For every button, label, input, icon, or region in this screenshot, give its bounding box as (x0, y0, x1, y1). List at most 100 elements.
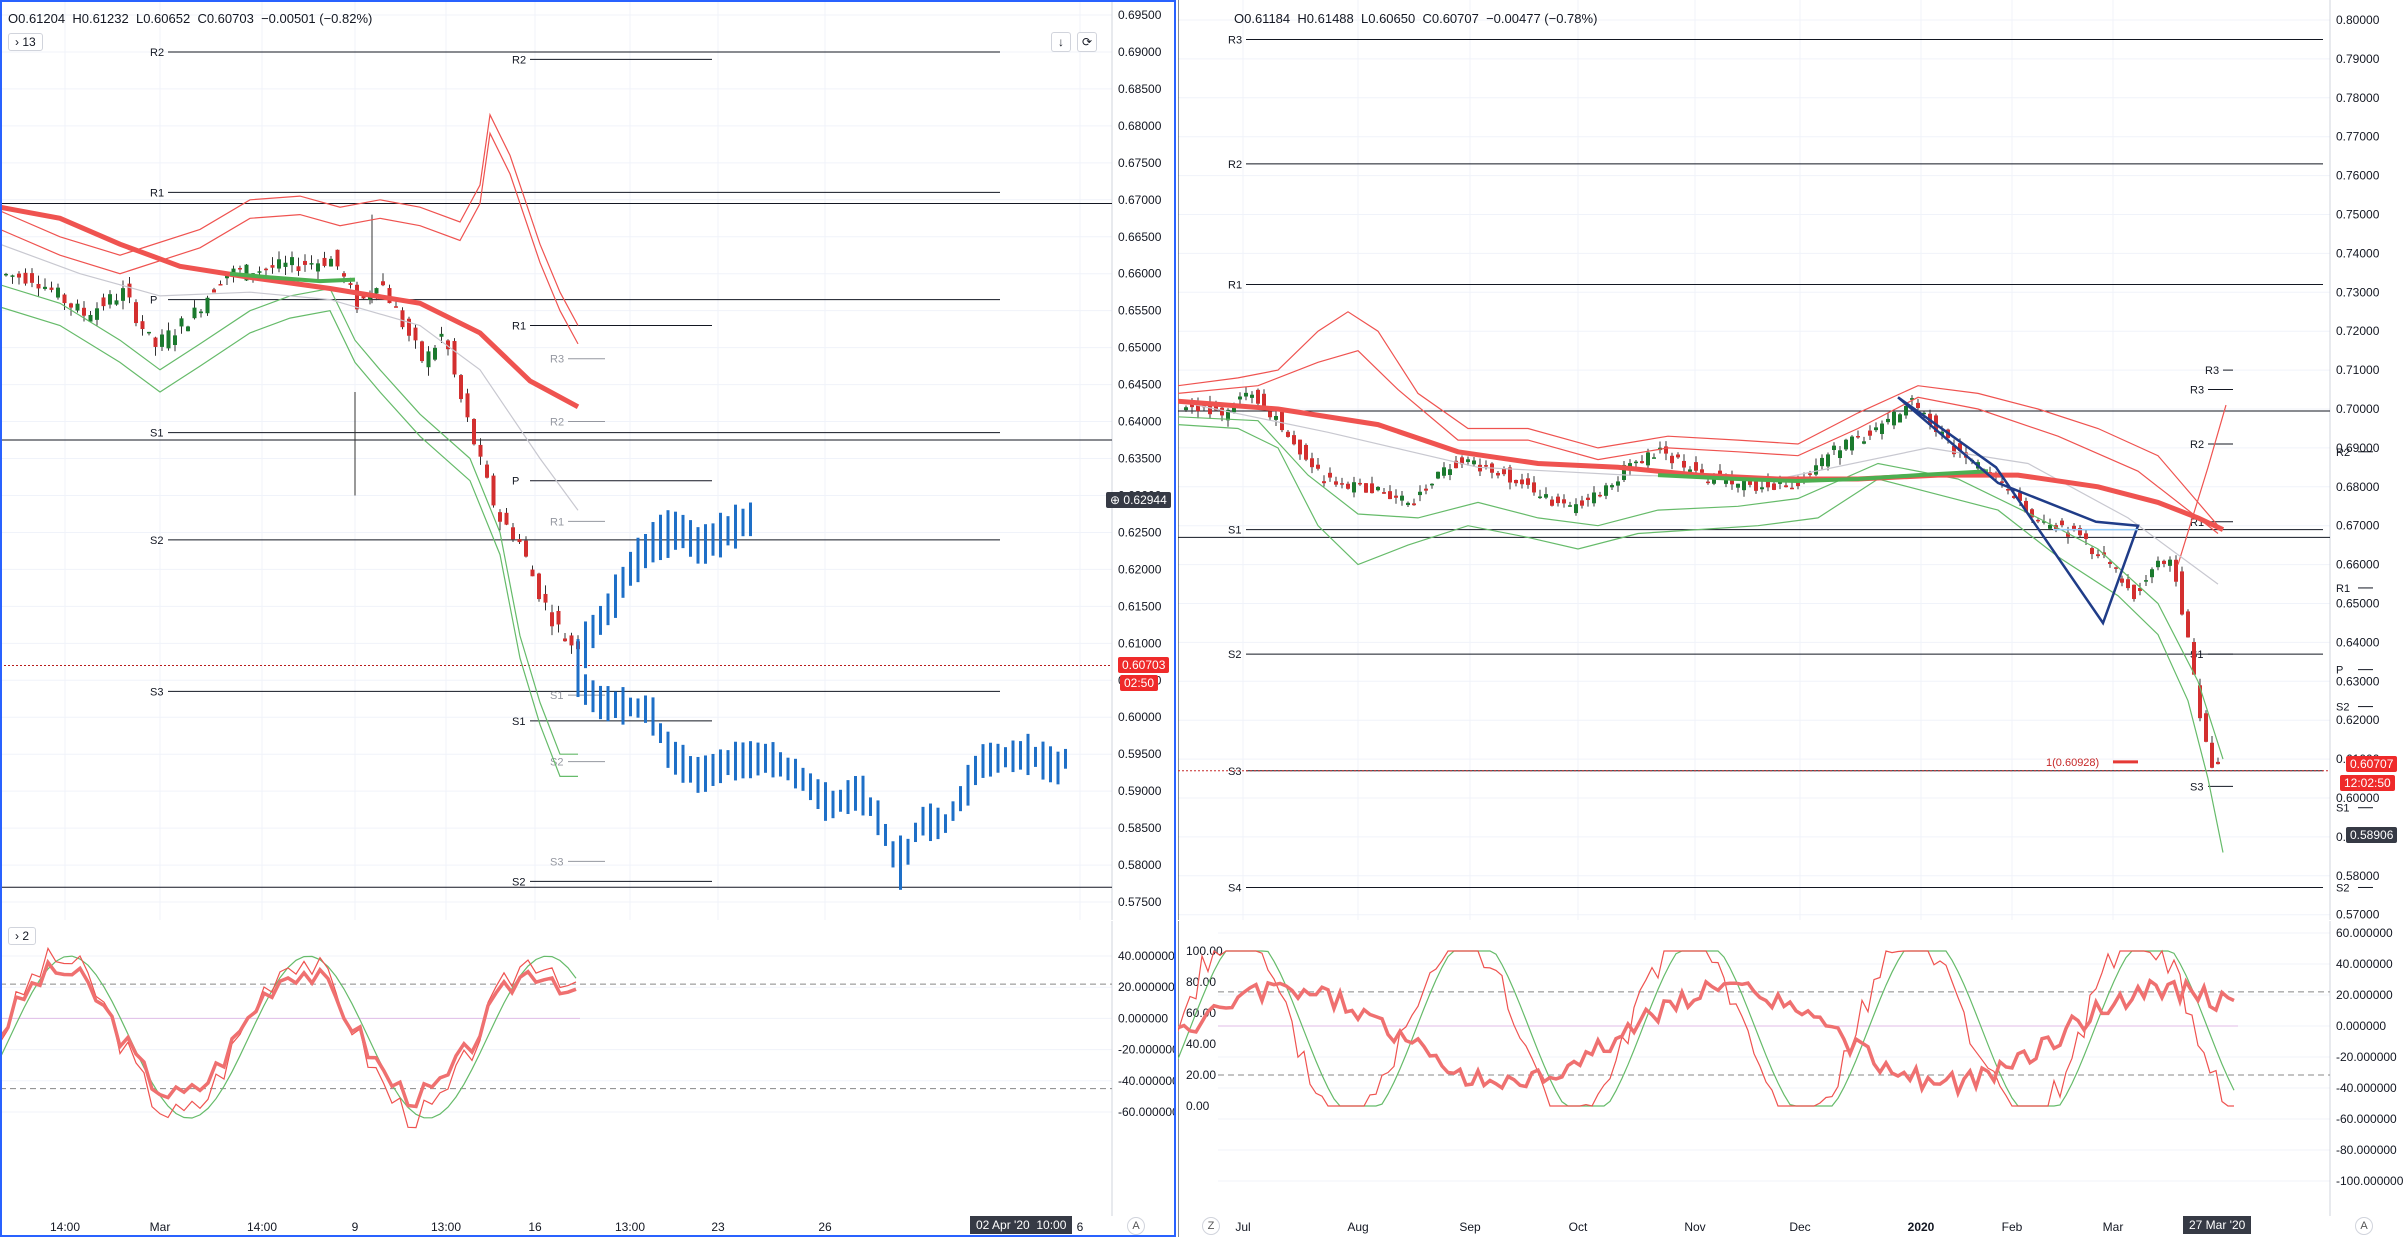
scroll-down-button[interactable]: ↓ (1051, 32, 1071, 52)
pivot-level-label: R2 (1228, 159, 1242, 171)
time-tick-label: 23 (711, 1220, 725, 1234)
price-tick-label: 0.57000 (2336, 908, 2380, 920)
chevron-right-icon: › (15, 35, 19, 49)
left-oscillator-canvas[interactable]: 40.000000 20.000000 0.000000 -20.000000 -40.… (0, 921, 1176, 1216)
osc-fast-line (1178, 949, 2234, 1107)
right-oscillator-canvas[interactable]: 60.000000 40.000000 20.000000 0.000000 -20.0… (1178, 921, 2404, 1216)
right-ohlc-high: H0.61488 (1297, 11, 1354, 26)
right-time-axis[interactable]: Jul Aug Sep Oct Nov Dec 2020 Feb Mar Z 27 Mar '2… (1178, 1216, 2404, 1237)
candle-body (1616, 481, 1620, 486)
candle-body (1682, 460, 1686, 468)
candle-body (121, 288, 125, 301)
left-auto-scale-button[interactable]: A (1127, 1217, 1145, 1235)
candle-body (2120, 578, 2124, 583)
candle-body (1814, 465, 1818, 475)
left-osc-toggle[interactable]: › 2 (8, 927, 37, 945)
candle-body (1466, 459, 1470, 463)
upper-band-line (0, 112, 579, 326)
candle-body (1742, 480, 1746, 491)
right-oscillator-pane[interactable]: 60.000000 40.000000 20.000000 0.000000 -20.0… (1178, 921, 2404, 1216)
projection-bar (659, 514, 662, 561)
candle-body (1772, 483, 1776, 490)
projection-bar (771, 742, 775, 778)
pivot-level-label-grey: R1 (550, 516, 564, 528)
candle-body (43, 286, 47, 289)
projection-bar (891, 841, 895, 868)
pivot-level-label: S3 (2190, 781, 2203, 793)
candle-body (1430, 483, 1434, 486)
candle-body (1220, 407, 1224, 416)
candle-body (1862, 441, 1866, 444)
projection-bar (1056, 751, 1060, 785)
candle-body (569, 635, 574, 646)
price-tick-label: 0.70000 (2336, 402, 2380, 416)
left-ohlc-open: O0.61204 (8, 11, 66, 26)
price-tick-label: 0.64000 (1118, 415, 1162, 429)
osc-left-tick-label: 40.00 (1186, 1037, 1216, 1051)
candle-body (1250, 394, 1254, 398)
right-zoom-button[interactable]: Z (1202, 1217, 1220, 1235)
candle-body (238, 267, 242, 270)
price-tick-label: 0.58000 (1118, 858, 1162, 872)
projection-bar (674, 511, 677, 550)
right-crosshair-price-tag: 0.58906 (2346, 827, 2398, 843)
candle-body (550, 612, 554, 627)
candle-body (2204, 713, 2208, 742)
time-tick-label: Mar (2103, 1220, 2124, 1234)
candle-body (472, 418, 476, 445)
projection-bar (914, 822, 917, 843)
right-chart-canvas[interactable]: 0.80000 0.79000 0.78000 0.77000 0.76000 0.750… (1178, 0, 2404, 920)
right-ohlc-change: −0.00477 (−0.78%) (1486, 11, 1598, 26)
projection-bar (726, 516, 730, 546)
left-crosshair-date-tag: 02 Apr '20 10:00 (970, 1216, 1073, 1234)
candle-body (381, 281, 385, 286)
left-main-chart[interactable]: 0.69500 0.69000 0.68500 0.68000 0.67500 0.670… (0, 0, 1176, 920)
reset-chart-button[interactable]: ⟳ (1077, 32, 1097, 52)
candle-body (1820, 457, 1824, 467)
projection-bar (899, 835, 902, 888)
candle-body (1376, 486, 1380, 491)
projection-bar (801, 767, 805, 791)
candle-body (485, 464, 489, 478)
candle-body (283, 262, 288, 267)
time-tick-label: 6 (1077, 1220, 1084, 1234)
candle-body (62, 294, 67, 304)
osc-tick-label: -60.000000 (1118, 1105, 1176, 1119)
candle-body (2126, 579, 2130, 589)
right-main-chart[interactable]: 0.80000 0.79000 0.78000 0.77000 0.76000 0.750… (1178, 0, 2404, 920)
price-tick-label: 0.76000 (2336, 169, 2380, 183)
osc-right-tick-label: 20.000000 (2336, 988, 2393, 1002)
projection-bar (1034, 746, 1037, 767)
price-tick-label: 0.62000 (2336, 713, 2380, 727)
pivot-level-label: S2 (512, 876, 525, 888)
pivot-level-label: P (512, 476, 519, 488)
projection-bar (666, 731, 670, 768)
right-auto-scale-button[interactable]: A (2355, 1217, 2373, 1235)
price-tick-label: 0.78000 (2336, 91, 2380, 105)
candle-body (30, 273, 34, 283)
candle-body (504, 512, 509, 525)
candle-body (374, 288, 379, 294)
time-tick-label: Aug (1347, 1220, 1368, 1234)
left-oscillator-pane[interactable]: 40.000000 20.000000 0.000000 -20.000000 -40.… (0, 921, 1176, 1216)
fib-level-label: 1(0.60928) (2046, 757, 2099, 769)
left-chart-canvas[interactable]: 0.69500 0.69000 0.68500 0.68000 0.67500 0.670… (0, 0, 1176, 920)
candle-body (36, 283, 41, 289)
candle-body (1436, 471, 1440, 479)
price-tick-label: 0.65000 (2336, 597, 2380, 611)
candle-body (537, 573, 541, 600)
candle-body (452, 341, 457, 375)
candle-body (1898, 414, 1902, 423)
left-time-axis[interactable]: 14:00 Mar 14:00 9 13:00 16 13:00 23 26 6 02 Apr '… (0, 1216, 1176, 1237)
candle-body (82, 307, 86, 316)
left-interval-toggle[interactable]: › 13 (8, 33, 43, 51)
time-tick-label: Mar (150, 1220, 171, 1234)
candle-body (192, 307, 197, 319)
candle-body (1736, 483, 1740, 488)
candle-body (56, 287, 60, 298)
candle-body (1568, 505, 1572, 507)
projection-bar (689, 520, 692, 557)
projection-bar (854, 776, 857, 811)
candle-body (1676, 454, 1680, 458)
projection-bar (606, 593, 610, 626)
